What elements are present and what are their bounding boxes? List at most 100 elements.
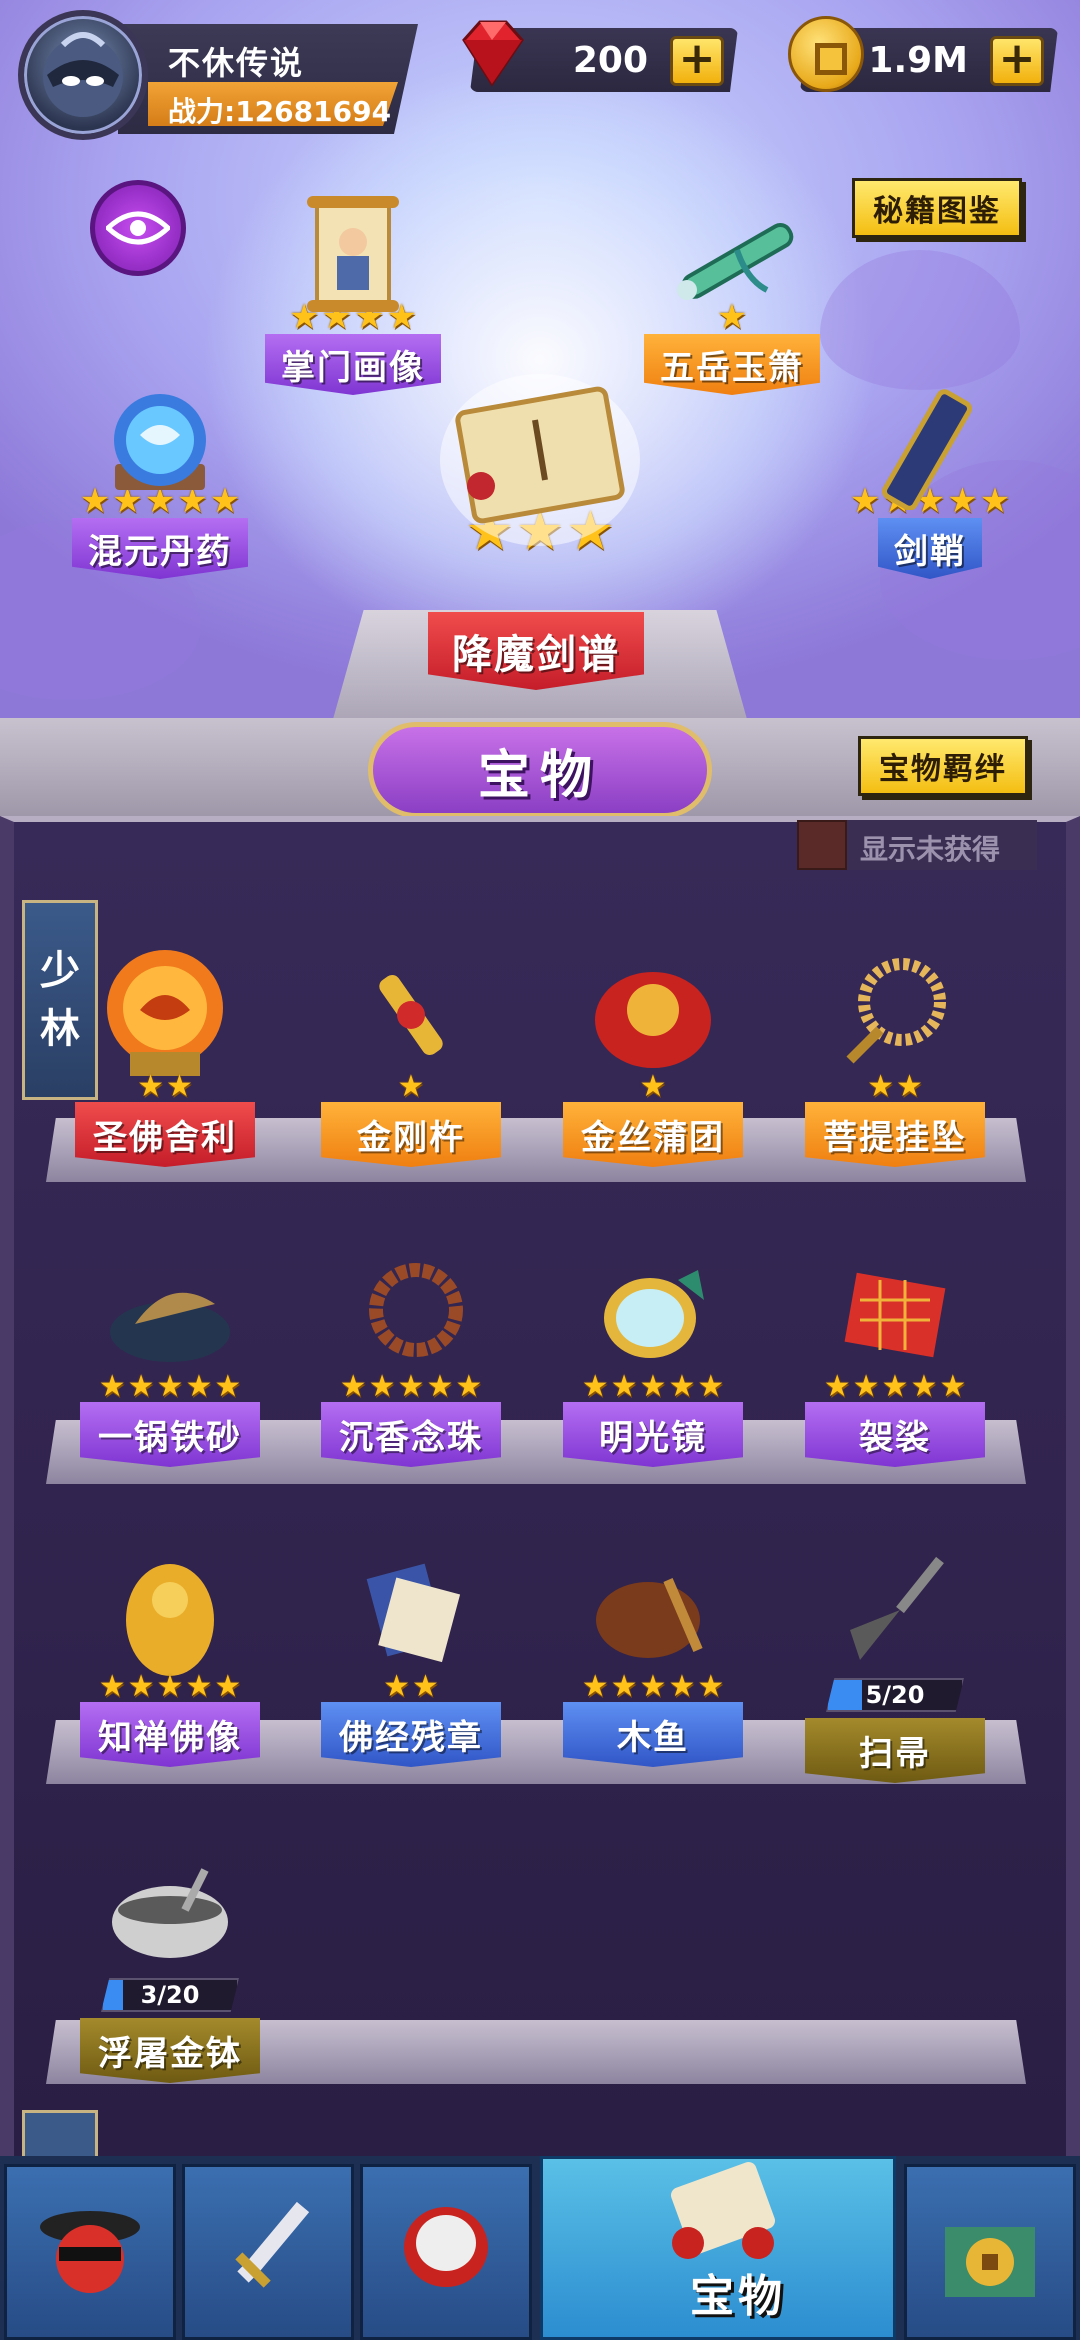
star-icon: ★ — [156, 1369, 184, 1404]
treasure-item[interactable]: ★ ★ ★ ★ ★ 沉香念珠 — [296, 1240, 526, 1467]
nav-tab-equipment[interactable] — [182, 2164, 354, 2340]
nav-tab-shop[interactable] — [904, 2164, 1076, 2340]
preview-eye-button[interactable] — [90, 180, 186, 276]
item-label: 菩提挂坠 — [805, 1102, 985, 1167]
treasure-item[interactable]: ★ ★ 圣佛舍利 — [50, 940, 280, 1167]
show-unobtained-label[interactable]: 显示未获得 — [860, 828, 1000, 868]
add-gems-button[interactable]: + — [670, 36, 724, 86]
gem-amount: 200 — [572, 40, 648, 81]
show-unobtained-checkbox[interactable] — [797, 820, 847, 870]
display-slot-scabbard[interactable]: ★★★★★ 剑鞘 — [820, 380, 1040, 579]
item-stars: ★ ★ — [780, 1072, 1010, 1102]
featured-slot-label: 降魔剑谱 — [428, 612, 644, 690]
star-icon: ★ — [412, 1669, 439, 1704]
nav-tab-drum[interactable] — [360, 2164, 532, 2340]
featured-slot-label-wrap: 降魔剑谱 — [428, 612, 644, 690]
star-icon: ★ — [823, 1369, 851, 1404]
item-stars: ★ ★ ★ ★ ★ — [296, 1372, 526, 1402]
mirror-icon — [604, 1270, 704, 1358]
treasure-item[interactable]: ★ 金刚杵 — [296, 940, 526, 1167]
vajra-icon — [379, 974, 443, 1056]
star-icon: ★ — [156, 1669, 184, 1704]
item-stars: ★ ★ ★ ★ ★ — [55, 1372, 285, 1402]
item-label: 金丝蒲团 — [563, 1102, 743, 1167]
item-stars: ★ ★ ★ ★ ★ — [538, 1672, 768, 1702]
fragment-progress: 5/20 — [826, 1678, 964, 1712]
star-icon: ★ — [127, 1369, 155, 1404]
buddha-statue-icon — [126, 1564, 214, 1676]
treasure-bond-button[interactable]: 宝物羁绊 — [858, 736, 1028, 796]
add-coins-button[interactable]: + — [990, 36, 1044, 86]
star-icon: ★ — [98, 1369, 126, 1404]
item-stars: ★ ★ — [50, 1072, 280, 1102]
slot-label: 混元丹药 — [72, 518, 248, 579]
star-icon: ★ — [185, 1369, 213, 1404]
item-label: 木鱼 — [563, 1702, 743, 1767]
star-icon: ★ — [214, 1369, 242, 1404]
item-label: 沉香念珠 — [321, 1402, 501, 1467]
treasure-item[interactable]: ★ ★ ★ ★ ★ 一锅铁砂 — [55, 1240, 285, 1467]
item-stars: ★ ★ ★ ★ ★ — [55, 1672, 285, 1702]
cushion-icon — [595, 972, 711, 1068]
star-icon: ★ — [166, 1069, 193, 1104]
wooden-fish-icon — [596, 1578, 703, 1658]
star-icon: ★ — [939, 1369, 967, 1404]
item-stars: ★ — [538, 1072, 768, 1102]
treasure-item[interactable]: 5/20 扫帚 — [780, 1540, 1010, 1783]
item-label: 圣佛舍利 — [75, 1102, 255, 1167]
star-icon: ★ — [127, 1669, 155, 1704]
treasure-item[interactable]: ★ ★ 佛经残章 — [296, 1540, 526, 1767]
bodhi-pendant-icon — [846, 958, 946, 1064]
nav-tab-hero[interactable] — [4, 2164, 176, 2340]
star-icon: ★ — [852, 1369, 880, 1404]
star-icon: ★ — [339, 1369, 367, 1404]
treasure-item[interactable]: ★ ★ ★ ★ ★ 知禅佛像 — [55, 1540, 285, 1767]
ninja-avatar-icon — [43, 32, 123, 117]
star-icon: ★ — [896, 1069, 923, 1104]
star-icon: ★ — [581, 1669, 609, 1704]
display-slot-sword-manual[interactable]: ★★★ — [410, 360, 670, 558]
eye-icon — [106, 211, 170, 245]
player-power: 战力:12681694 — [168, 95, 392, 128]
crystal-orb-icon — [114, 394, 206, 490]
item-stars: ★ ★ ★ ★ ★ — [538, 1372, 768, 1402]
player-card[interactable]: 不休传说 战力:12681694 — [18, 10, 418, 140]
coin-shop-icon — [945, 2227, 1035, 2297]
star-icon: ★ — [867, 1069, 894, 1104]
treasure-item[interactable]: ★ ★ 菩提挂坠 — [780, 940, 1010, 1167]
item-label: 扫帚 — [805, 1718, 985, 1783]
star-icon: ★ — [697, 1369, 725, 1404]
star-icon: ★ — [383, 1669, 410, 1704]
iron-sand-pot-icon — [110, 1292, 230, 1362]
star-icon: ★ — [610, 1369, 638, 1404]
treasure-item[interactable]: ★ ★ ★ ★ ★ 明光镜 — [538, 1240, 768, 1467]
treasure-item[interactable]: ★ ★ ★ ★ ★ 木鱼 — [538, 1540, 768, 1767]
player-avatar[interactable] — [18, 10, 148, 140]
treasure-item[interactable]: ★ ★ ★ ★ ★ 袈裟 — [780, 1240, 1010, 1467]
progress-fill — [828, 1680, 862, 1710]
player-name: 不休传说 — [168, 44, 305, 82]
star-icon: ★ — [426, 1369, 454, 1404]
codex-button[interactable]: 秘籍图鉴 — [852, 178, 1022, 238]
coin-icon — [788, 16, 864, 92]
item-label: 佛经残章 — [321, 1702, 501, 1767]
treasure-item[interactable]: 3/20 浮屠金钵 — [55, 1840, 285, 2083]
star-icon: ★ — [98, 1669, 126, 1704]
broom-icon — [850, 1556, 944, 1660]
star-icon: ★ — [910, 1369, 938, 1404]
treasure-item[interactable]: ★ 金丝蒲团 — [538, 940, 768, 1167]
slot-label: 剑鞘 — [878, 518, 982, 579]
star-icon: ★ — [368, 1369, 396, 1404]
star-icon: ★ — [214, 1669, 242, 1704]
item-stars: ★ — [296, 1072, 526, 1102]
star-icon: ★ — [455, 1369, 483, 1404]
star-icon: ★ — [137, 1069, 164, 1104]
coin-amount: 1.9M — [868, 40, 968, 81]
kasaya-icon — [844, 1272, 946, 1358]
item-stars: ★ ★ — [296, 1672, 526, 1702]
masked-hero-icon — [40, 2211, 140, 2293]
item-label: 知禅佛像 — [80, 1702, 260, 1767]
war-drum-icon — [404, 2207, 488, 2287]
display-slot-pill[interactable]: ★ ★ ★ ★ ★ 混元丹药 — [50, 380, 270, 579]
star-icon: ★ — [185, 1669, 213, 1704]
